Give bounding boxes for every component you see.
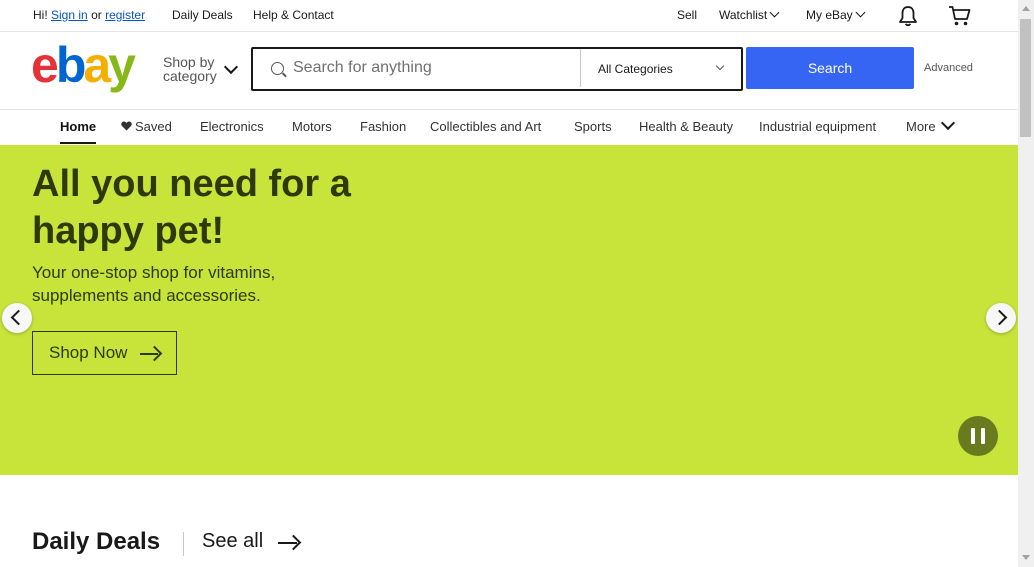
nav-item-more-label: More <box>906 119 936 134</box>
nav-item-saved[interactable]: Saved <box>121 119 172 134</box>
heart-icon <box>121 121 132 131</box>
logo-letter-y: y <box>108 37 136 93</box>
search-icon <box>271 62 284 75</box>
scroll-up-icon[interactable] <box>1022 6 1030 11</box>
search-input[interactable] <box>293 49 573 87</box>
active-tab-indicator <box>60 142 96 144</box>
category-label: category <box>163 68 217 84</box>
greeting-label: Hi! <box>33 8 48 22</box>
page-scrollbar[interactable] <box>1018 0 1034 567</box>
see-all-label: See all <box>202 530 264 552</box>
watchlist-menu[interactable]: Watchlist <box>719 7 780 22</box>
nav-item-electronics[interactable]: Electronics <box>200 119 264 134</box>
chevron-down-icon <box>855 7 866 18</box>
shop-now-button[interactable]: Shop Now <box>32 331 177 375</box>
my-ebay-label: My eBay <box>806 8 853 22</box>
advanced-search-link[interactable]: Advanced <box>924 62 973 74</box>
my-ebay-menu[interactable]: My eBay <box>806 7 866 22</box>
hero-subtitle: Your one-stop shop for vitamins, supplem… <box>32 263 276 305</box>
carousel-prev-button[interactable] <box>2 303 32 333</box>
nav-item-health-beauty[interactable]: Health & Beauty <box>639 119 733 134</box>
nav-item-saved-label: Saved <box>135 119 172 134</box>
shop-by-category-button[interactable]: Shop by category <box>163 55 217 83</box>
shop-by-label: Shop by <box>163 54 215 70</box>
chevron-right-icon <box>991 309 1008 326</box>
nav-item-more[interactable]: More <box>906 115 955 134</box>
bell-icon[interactable] <box>898 5 918 27</box>
cart-icon[interactable] <box>948 5 972 27</box>
logo-letter-a: a <box>83 37 111 93</box>
nav-item-fashion[interactable]: Fashion <box>360 119 406 134</box>
chevron-down-icon <box>769 7 780 18</box>
scrollbar-thumb[interactable] <box>1020 19 1031 137</box>
chevron-down-icon <box>715 61 725 71</box>
logo-letter-e: e <box>31 37 59 93</box>
help-contact-link[interactable]: Help & Contact <box>253 8 334 22</box>
carousel-pause-button[interactable] <box>958 416 998 456</box>
chevron-down-icon <box>940 115 955 131</box>
hero-title: All you need for a happy pet! <box>32 163 351 252</box>
register-link[interactable]: register <box>105 8 145 22</box>
watchlist-label: Watchlist <box>719 8 768 22</box>
chevron-down-icon[interactable] <box>223 59 239 75</box>
top-bar: Hi! Sign in or register Daily Deals Help… <box>0 0 1018 32</box>
sell-link[interactable]: Sell <box>677 8 697 22</box>
see-all-link[interactable]: See all <box>202 530 302 553</box>
nav-item-industrial[interactable]: Industrial equipment <box>759 119 876 134</box>
category-select[interactable]: All Categories <box>580 49 742 87</box>
category-nav: Home Saved Electronics Motors Fashion Co… <box>0 110 1018 144</box>
logo-letter-b: b <box>55 37 86 93</box>
search-bar: All Categories <box>251 47 743 91</box>
search-button[interactable]: Search <box>746 47 914 89</box>
nav-item-sports[interactable]: Sports <box>574 119 612 134</box>
chevron-left-icon <box>10 309 27 326</box>
sign-in-link[interactable]: Sign in <box>51 8 88 22</box>
daily-deals-link[interactable]: Daily Deals <box>172 8 233 22</box>
greeting-text: Hi! Sign in or register <box>33 8 145 22</box>
header: ebay Shop by category All Categories Sea… <box>0 31 1018 110</box>
carousel-next-button[interactable] <box>986 303 1016 333</box>
shop-now-label: Shop Now <box>49 343 128 362</box>
nav-item-collectibles[interactable]: Collectibles and Art <box>430 119 541 134</box>
nav-item-home[interactable]: Home <box>60 119 96 134</box>
nav-item-motors[interactable]: Motors <box>292 119 332 134</box>
daily-deals-heading: Daily Deals <box>32 528 161 555</box>
or-label: or <box>91 8 102 22</box>
divider <box>183 532 184 556</box>
ebay-logo[interactable]: ebay <box>31 37 136 93</box>
scroll-down-icon[interactable] <box>1022 555 1030 560</box>
hero-banner: All you need for a happy pet! Your one-s… <box>0 145 1018 475</box>
category-select-value: All Categories <box>598 62 673 76</box>
